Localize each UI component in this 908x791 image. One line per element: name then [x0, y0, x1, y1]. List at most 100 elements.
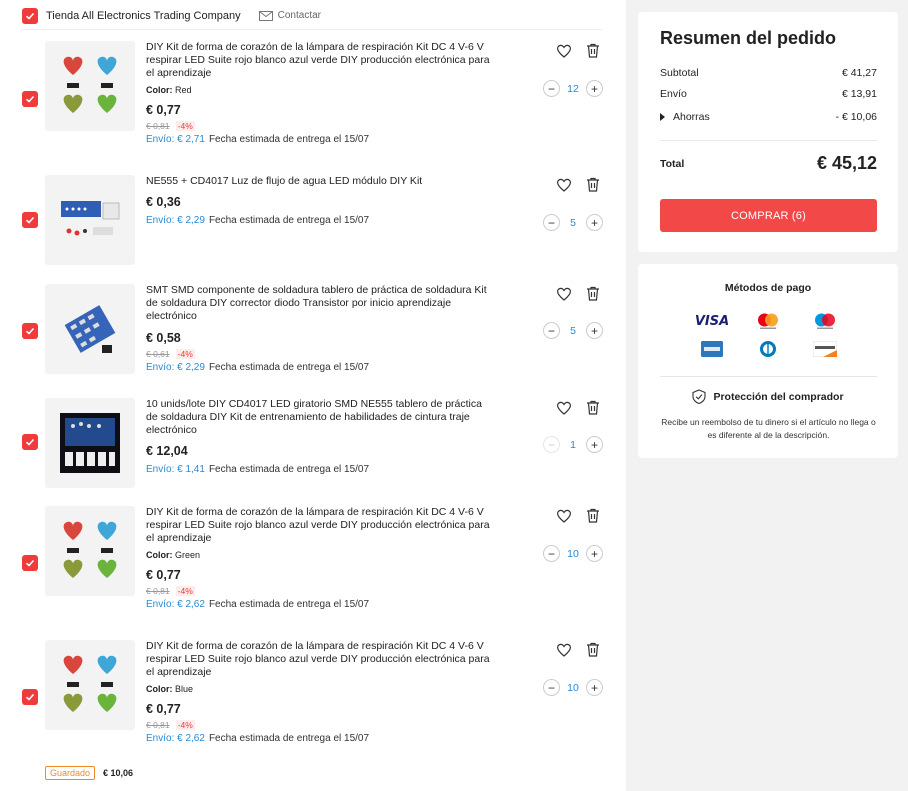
- heart-icon[interactable]: [556, 44, 572, 58]
- item-select-checkbox[interactable]: [22, 91, 38, 107]
- quantity-value[interactable]: 12: [560, 83, 586, 95]
- item-actions: [556, 286, 600, 301]
- buy-button[interactable]: COMPRAR (6): [660, 199, 877, 232]
- item-info: 10 unids/lote DIY CD4017 LED giratorio S…: [146, 398, 491, 475]
- item-info: DIY Kit de forma de corazón de la lámpar…: [146, 506, 491, 610]
- item-title[interactable]: DIY Kit de forma de corazón de la lámpar…: [146, 506, 491, 545]
- buyer-protection-heading: Protección del comprador: [638, 389, 898, 404]
- item-title[interactable]: DIY Kit de forma de corazón de la lámpar…: [146, 640, 491, 679]
- minus-icon[interactable]: −: [543, 214, 560, 231]
- heart-icon[interactable]: [556, 178, 572, 192]
- original-price: € 0,61: [146, 349, 170, 359]
- mastercard-logo: [758, 313, 778, 329]
- quantity-stepper: − 5 +: [543, 214, 603, 231]
- product-image[interactable]: [45, 284, 135, 374]
- quantity-value[interactable]: 10: [560, 682, 586, 694]
- product-image[interactable]: [45, 175, 135, 265]
- item-variant[interactable]: Color: Blue: [146, 684, 491, 694]
- shipping-fee: Envío: € 2,71: [146, 134, 205, 145]
- item-title[interactable]: SMT SMD componente de soldadura tablero …: [146, 284, 491, 323]
- minus-icon[interactable]: −: [543, 80, 560, 97]
- item-select-checkbox[interactable]: [22, 434, 38, 450]
- order-summary-card: Resumen del pedido Subtotal € 41,27 Enví…: [638, 12, 898, 252]
- check-icon: [25, 95, 35, 103]
- minus-icon[interactable]: −: [543, 679, 560, 696]
- variant-label: Color:: [146, 550, 173, 560]
- plus-icon[interactable]: +: [586, 214, 603, 231]
- plus-icon[interactable]: +: [586, 545, 603, 562]
- quantity-value[interactable]: 5: [560, 325, 586, 337]
- caret-right-icon[interactable]: [660, 113, 665, 121]
- trash-icon[interactable]: [586, 642, 600, 657]
- quantity-stepper: − 12 +: [543, 80, 603, 97]
- item-actions: [556, 642, 600, 657]
- delivery-eta: Fecha estimada de entrega el 15/07: [208, 362, 370, 373]
- product-image[interactable]: [45, 640, 135, 730]
- cart-item: DIY Kit de forma de corazón de la lámpar…: [22, 506, 603, 618]
- product-image[interactable]: [45, 398, 135, 488]
- heart-icon[interactable]: [556, 643, 572, 657]
- subtotal-row: Subtotal € 41,27: [660, 67, 877, 79]
- contact-seller-link[interactable]: Contactar: [258, 10, 321, 21]
- payment-methods-card: Métodos de pago VISA Protección del comp…: [638, 264, 898, 458]
- savings-row[interactable]: Ahorras - € 10,06: [660, 111, 877, 123]
- heart-kit-image: [63, 56, 117, 113]
- total-value: € 45,12: [816, 153, 877, 173]
- minus-icon[interactable]: −: [543, 545, 560, 562]
- item-select-checkbox[interactable]: [22, 689, 38, 705]
- original-price-row: € 0,81 -4%: [146, 586, 491, 596]
- variant-label: Color:: [146, 85, 173, 95]
- minus-icon[interactable]: −: [543, 322, 560, 339]
- check-icon: [25, 12, 35, 20]
- item-actions: [556, 177, 600, 192]
- quantity-value[interactable]: 5: [560, 217, 586, 229]
- item-title[interactable]: NE555 + CD4017 Luz de flujo de agua LED …: [146, 175, 491, 188]
- plus-icon[interactable]: +: [586, 80, 603, 97]
- discover-icon: [809, 340, 841, 358]
- shipping-value: € 13,91: [841, 88, 877, 100]
- item-variant[interactable]: Color: Green: [146, 550, 491, 560]
- check-icon: [25, 216, 35, 224]
- item-select-checkbox[interactable]: [22, 555, 38, 571]
- store-name-link[interactable]: Tienda All Electronics Trading Company: [46, 10, 241, 22]
- item-select-checkbox[interactable]: [22, 212, 38, 228]
- item-info: DIY Kit de forma de corazón de la lámpar…: [146, 41, 491, 145]
- store-select-checkbox[interactable]: [22, 7, 38, 24]
- item-variant[interactable]: Color: Red: [146, 85, 491, 95]
- store-header: Tienda All Electronics Trading Company C…: [22, 6, 602, 30]
- item-price: € 0,77: [146, 568, 181, 582]
- quantity-value[interactable]: 10: [560, 548, 586, 560]
- item-title[interactable]: DIY Kit de forma de corazón de la lámpar…: [146, 41, 491, 80]
- trash-icon[interactable]: [586, 286, 600, 301]
- item-select-checkbox[interactable]: [22, 323, 38, 339]
- trash-icon[interactable]: [586, 400, 600, 415]
- trash-icon[interactable]: [586, 43, 600, 58]
- shipping-row: Envío: € 2,62 Fecha estimada de entrega e…: [146, 733, 491, 744]
- heart-icon[interactable]: [556, 401, 572, 415]
- product-image[interactable]: [45, 41, 135, 131]
- order-summary-title: Resumen del pedido: [660, 28, 837, 48]
- plus-icon[interactable]: +: [586, 679, 603, 696]
- plus-icon[interactable]: +: [586, 322, 603, 339]
- amex-icon: [696, 340, 728, 358]
- heart-icon[interactable]: [556, 287, 572, 301]
- shipping-fee: Envío: € 2,62: [146, 599, 205, 610]
- contact-label: Contactar: [277, 10, 321, 21]
- heart-icon[interactable]: [556, 509, 572, 523]
- delivery-eta: Fecha estimada de entrega el 15/07: [208, 134, 370, 145]
- cart-item: NE555 + CD4017 Luz de flujo de agua LED …: [22, 175, 603, 265]
- variant-label: Color:: [146, 684, 173, 694]
- product-image[interactable]: [45, 506, 135, 596]
- item-info: DIY Kit de forma de corazón de la lámpar…: [146, 640, 491, 744]
- trash-icon[interactable]: [586, 508, 600, 523]
- check-icon: [25, 438, 35, 446]
- visa-icon: VISA: [695, 312, 729, 330]
- trash-icon[interactable]: [586, 177, 600, 192]
- quantity-value[interactable]: 1: [560, 439, 586, 451]
- minus-icon[interactable]: −: [543, 436, 560, 453]
- plus-icon[interactable]: +: [586, 436, 603, 453]
- shipping-fee: Envío: € 2,29: [146, 215, 205, 226]
- shipping-fee: Envío: € 2,62: [146, 733, 205, 744]
- variant-value: Blue: [175, 684, 194, 694]
- item-title[interactable]: 10 unids/lote DIY CD4017 LED giratorio S…: [146, 398, 491, 437]
